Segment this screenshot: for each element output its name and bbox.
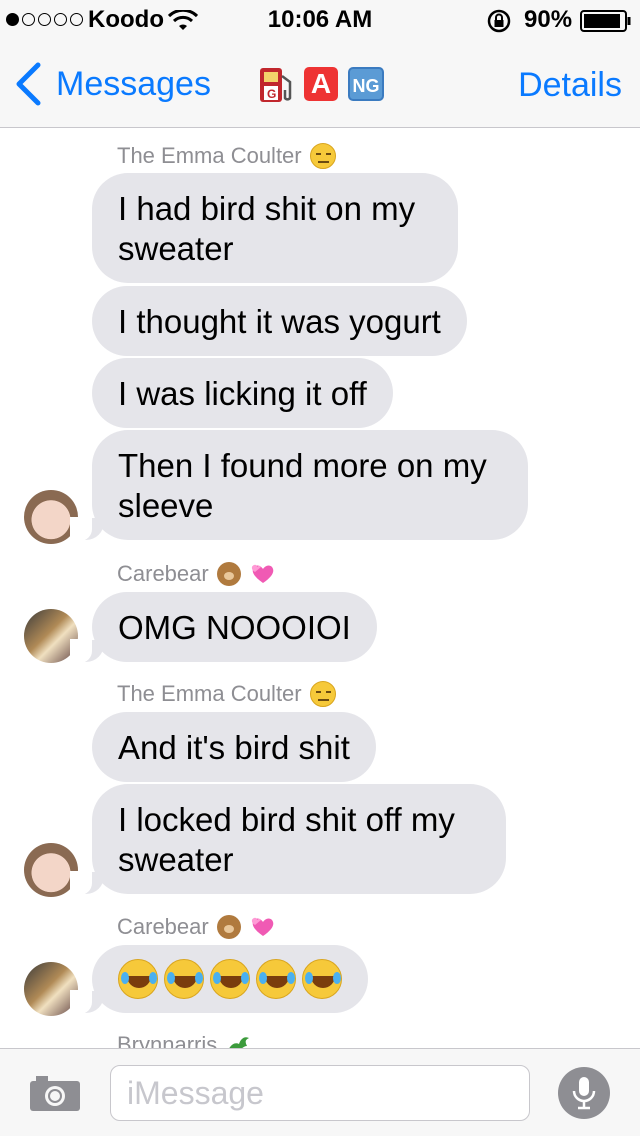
back-label: Messages	[56, 64, 211, 103]
hearts-icon	[251, 917, 273, 936]
message-bubble[interactable]: I had bird shit on my sweater	[92, 173, 458, 283]
back-button[interactable]: Messages	[14, 62, 211, 106]
svg-text:G: G	[267, 87, 276, 101]
message-bubble[interactable]: I locked bird shit off my sweater	[70, 784, 506, 895]
camera-icon[interactable]	[28, 1073, 82, 1113]
message-bubble[interactable]	[70, 945, 368, 1014]
letter-a-icon: A	[304, 67, 338, 101]
ng-icon: NG	[348, 67, 384, 101]
laughing-tears-icon	[164, 959, 204, 999]
fuel-pump-icon: G	[260, 68, 292, 102]
hearts-icon	[251, 564, 273, 583]
laughing-tears-icon	[256, 959, 296, 999]
microphone-icon	[572, 1077, 596, 1110]
laughing-tears-icon	[118, 959, 158, 999]
bear-icon	[216, 915, 241, 939]
nav-bar: Messages G A NG Details	[0, 40, 640, 128]
message-bubble[interactable]: I was licking it off	[92, 358, 393, 428]
battery-icon	[580, 10, 631, 32]
input-bar	[0, 1048, 640, 1136]
message-bubble[interactable]: And it's bird shit	[92, 712, 376, 782]
dragon-icon	[229, 1037, 250, 1048]
message-bubble[interactable]: OMG NOOOIOI	[70, 592, 377, 663]
sender-name: Carebear	[117, 561, 277, 587]
laughing-tears-icon	[302, 959, 342, 999]
sender-name: Carebear	[117, 914, 277, 940]
laughing-tears-icon	[210, 959, 250, 999]
sender-name: The Emma Coulter	[117, 143, 336, 169]
chevron-left-icon	[16, 62, 41, 106]
sender-name: Brynnarris	[117, 1032, 251, 1048]
expressionless-face-icon	[309, 143, 336, 169]
sender-name: The Emma Coulter	[117, 681, 336, 707]
conversation-title[interactable]: G A NG	[258, 64, 384, 104]
message-bubble[interactable]: Then I found more on my sleeve	[70, 430, 528, 541]
details-button[interactable]: Details	[518, 66, 622, 105]
orientation-lock-icon	[487, 9, 511, 33]
message-input[interactable]	[110, 1065, 530, 1121]
laughing-emoji-row	[118, 959, 342, 999]
microphone-button[interactable]	[558, 1067, 610, 1119]
message-bubble[interactable]: I thought it was yogurt	[92, 286, 467, 356]
bear-icon	[216, 562, 241, 586]
expressionless-face-icon	[309, 681, 336, 707]
status-bar: Koodo 10:06 AM 90%	[0, 0, 640, 40]
messages-screen: Koodo 10:06 AM 90% Messages G A NG Detai…	[0, 0, 640, 1136]
message-list[interactable]: The Emma Coulter I had bird shit on my s…	[0, 129, 640, 1048]
battery-percent: 90%	[524, 6, 573, 33]
